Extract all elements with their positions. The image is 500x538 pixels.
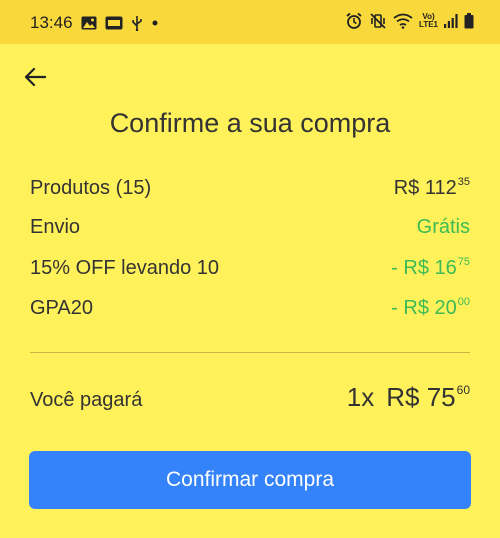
shipping-value-main: Grátis: [416, 216, 470, 238]
page-title: Confirme a sua compra: [109, 108, 391, 138]
summary-divider: [30, 352, 470, 353]
coupon-value: - R$ 2000: [391, 296, 470, 320]
shipping-label: Envio: [30, 216, 81, 238]
discount-label: 15% OFF levando 10: [30, 257, 219, 279]
status-left: 13:46: [30, 13, 159, 33]
lte-label-bottom: LTE1: [419, 20, 438, 29]
total-value-cents: 60: [456, 383, 470, 397]
shipping-value: Grátis: [417, 216, 470, 239]
vibrate-mute-icon: [369, 12, 387, 30]
confirm-purchase-label: Confirmar compra: [165, 468, 335, 491]
status-time: 13:46: [30, 13, 73, 32]
total-value-main: R$ 75: [386, 382, 456, 412]
summary-row-discount: 15% OFF levando 10 - R$ 1675: [30, 256, 470, 296]
products-value: R$ 11235: [394, 176, 470, 200]
lte-indicator: Vo) LTE1: [419, 13, 438, 29]
coupon-value-main: - R$ 20: [391, 297, 457, 319]
status-bar: 13:46 Vo) LTE1: [0, 0, 500, 44]
total-row: Você pagará 1x R$ 7560: [30, 382, 470, 413]
usb-icon: [131, 15, 143, 31]
coupon-label: GPA20: [30, 297, 93, 319]
wifi-icon: [393, 13, 413, 29]
arrow-left-icon: [24, 67, 46, 87]
signal-icon: [444, 14, 458, 28]
discount-value-main: - R$ 16: [391, 257, 457, 279]
discount-value-cents: 75: [457, 256, 470, 268]
more-notifications-dot-icon: [151, 19, 159, 27]
alarm-icon: [345, 12, 363, 30]
total-label: Você pagará: [30, 389, 143, 411]
total-installments: 1x: [346, 382, 375, 412]
products-value-cents: 35: [457, 176, 470, 188]
battery-icon: [464, 13, 474, 29]
discount-value: - R$ 1675: [391, 256, 470, 280]
gallery-notification-icon: [81, 16, 97, 30]
products-label: Produtos (15): [30, 177, 152, 199]
summary-row-coupon: GPA20 - R$ 2000: [30, 296, 470, 336]
summary-row-products: Produtos (15) R$ 11235: [30, 176, 470, 216]
status-right: Vo) LTE1: [345, 12, 474, 30]
products-value-main: R$ 112: [393, 177, 457, 199]
back-button[interactable]: [20, 62, 50, 92]
confirm-purchase-button[interactable]: Confirmar compra: [29, 451, 471, 509]
app-notification-icon: [105, 16, 123, 30]
coupon-value-cents: 00: [457, 296, 470, 308]
purchase-summary: Produtos (15) R$ 11235 Envio Grátis 15% …: [30, 176, 470, 336]
summary-row-shipping: Envio Grátis: [30, 216, 470, 256]
total-value: 1x R$ 7560: [347, 382, 470, 413]
